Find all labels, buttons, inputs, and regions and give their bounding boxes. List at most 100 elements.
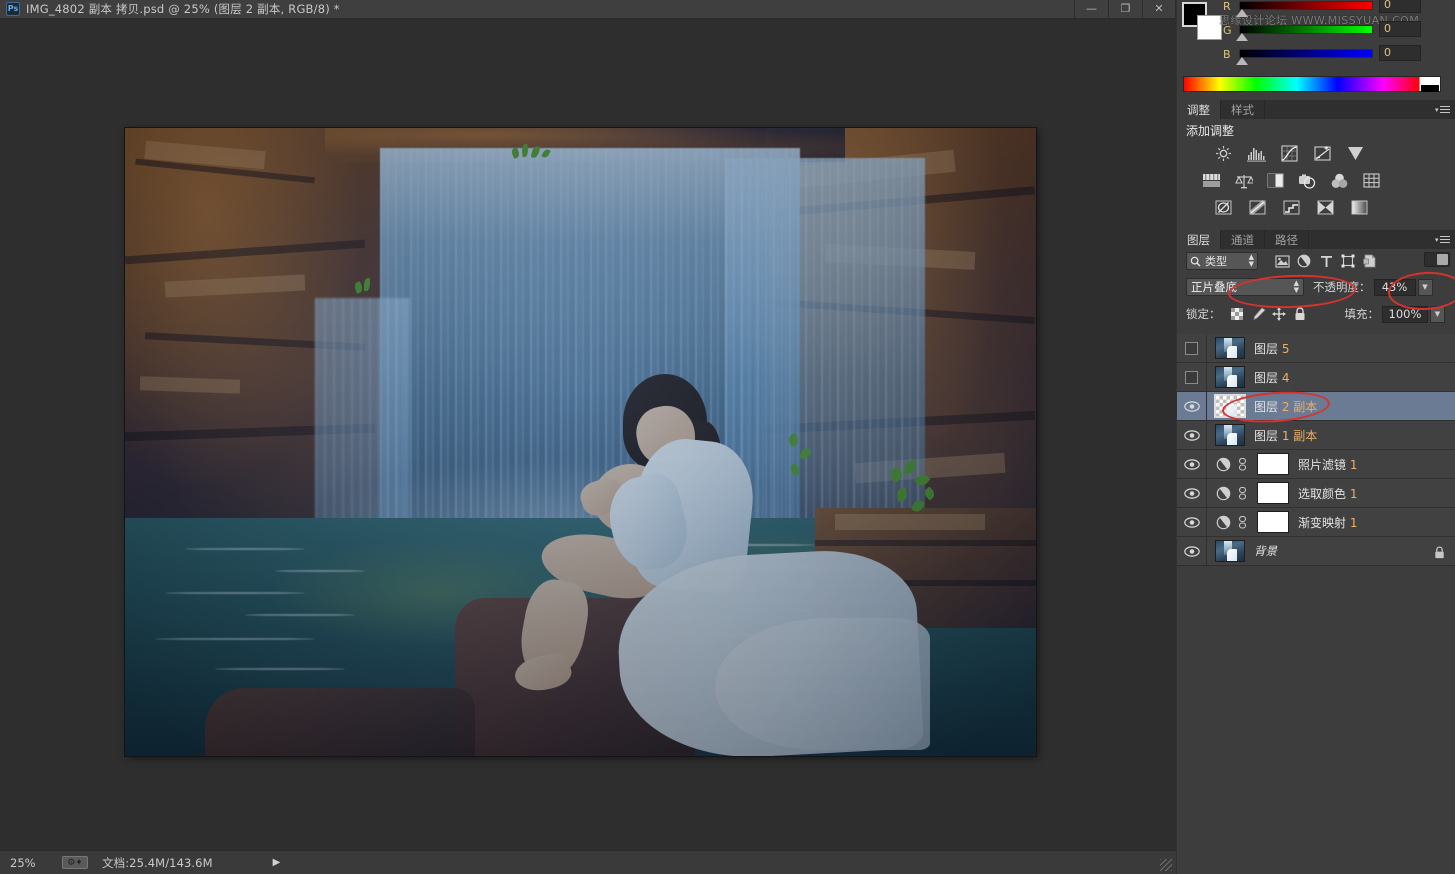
channel-track-b[interactable] xyxy=(1239,49,1373,58)
layer-name[interactable]: 图层 5 xyxy=(1254,340,1289,357)
color-slider-b[interactable]: B 0 xyxy=(1223,45,1453,68)
table-row[interactable]: 图层 1 副本 xyxy=(1177,420,1455,450)
layer-thumbnail[interactable] xyxy=(1214,394,1246,418)
document-image[interactable] xyxy=(125,128,1036,756)
color-lookup-icon[interactable] xyxy=(1361,171,1382,190)
layers-panel-menu-icon[interactable]: ▾ xyxy=(1435,233,1451,246)
tab-layers[interactable]: 图层 xyxy=(1177,230,1221,249)
mask-link-icon[interactable] xyxy=(1234,515,1250,529)
hue-saturation-icon[interactable] xyxy=(1201,171,1222,190)
adjustment-layer-icon[interactable] xyxy=(1212,457,1234,472)
layer-name[interactable]: 图层 1 副本 xyxy=(1254,427,1317,444)
opacity-dropdown-arrow[interactable]: ▼ xyxy=(1417,278,1433,296)
table-row[interactable]: 图层 4 xyxy=(1177,362,1455,392)
layer-mask-thumbnail[interactable] xyxy=(1257,511,1289,533)
layer-mask-thumbnail[interactable] xyxy=(1257,453,1289,475)
black-white-icon[interactable] xyxy=(1265,171,1286,190)
fill-dropdown-arrow[interactable]: ▼ xyxy=(1430,305,1445,323)
tab-channels[interactable]: 通道 xyxy=(1221,230,1265,249)
tab-paths[interactable]: 路径 xyxy=(1265,230,1309,249)
status-expand-arrow[interactable]: ▶ xyxy=(273,857,281,868)
filter-type-icon[interactable] xyxy=(1315,251,1337,271)
adjustment-layer-icon[interactable] xyxy=(1212,515,1234,530)
window-resize-grip[interactable] xyxy=(1160,859,1172,871)
zoom-level[interactable]: 25% xyxy=(0,856,62,870)
table-row[interactable]: 渐变映射 1 xyxy=(1177,507,1455,537)
table-row[interactable]: 照片滤镜 1 xyxy=(1177,449,1455,479)
layer-mask-thumbnail[interactable] xyxy=(1257,482,1289,504)
panel-menu-icon[interactable]: ▾ xyxy=(1435,103,1451,116)
canvas-area[interactable] xyxy=(0,19,1176,850)
channel-value-b[interactable]: 0 xyxy=(1379,45,1421,61)
filter-enable-toggle[interactable] xyxy=(1424,252,1450,267)
selective-color-icon[interactable] xyxy=(1315,198,1336,217)
filter-pixel-icon[interactable] xyxy=(1271,251,1293,271)
layer-name[interactable]: 背景 xyxy=(1254,543,1277,559)
layer-thumbnail[interactable] xyxy=(1215,424,1245,446)
color-swatches[interactable] xyxy=(1182,2,1222,40)
levels-icon[interactable] xyxy=(1246,144,1267,163)
channel-thumb-g[interactable] xyxy=(1236,33,1248,41)
color-balance-icon[interactable] xyxy=(1233,171,1254,190)
layer-thumbnail[interactable] xyxy=(1215,366,1245,388)
document-profile-icon[interactable]: ⚙✦ xyxy=(62,856,88,869)
layer-name[interactable]: 选取颜色 1 xyxy=(1298,485,1357,502)
layer-visibility-toggle[interactable] xyxy=(1177,420,1207,450)
filter-adjustment-icon[interactable] xyxy=(1293,251,1315,271)
tab-adjustments[interactable]: 调整 xyxy=(1177,100,1221,119)
layer-name[interactable]: 渐变映射 1 xyxy=(1298,514,1357,531)
channel-thumb-r[interactable] xyxy=(1236,9,1248,17)
channel-mixer-icon[interactable] xyxy=(1329,171,1350,190)
exposure-icon[interactable] xyxy=(1312,144,1333,163)
minimize-button[interactable]: — xyxy=(1074,0,1108,18)
filter-kind-select[interactable]: 类型 ▲ ▼ xyxy=(1186,252,1258,270)
posterize-icon[interactable] xyxy=(1247,198,1268,217)
layer-name[interactable]: 图层 2 副本 xyxy=(1254,398,1317,415)
color-slider-r[interactable]: R 0 xyxy=(1223,0,1453,20)
close-button[interactable]: ✕ xyxy=(1142,0,1176,18)
threshold-icon[interactable] xyxy=(1281,198,1302,217)
filter-smartobject-icon[interactable] xyxy=(1359,251,1381,271)
invert-icon[interactable] xyxy=(1213,198,1234,217)
layer-visibility-toggle[interactable] xyxy=(1177,333,1207,363)
lock-position-icon[interactable] xyxy=(1269,305,1290,323)
layer-visibility-toggle[interactable] xyxy=(1177,449,1207,479)
vibrance-icon[interactable] xyxy=(1345,144,1366,163)
color-spectrum-ramp[interactable] xyxy=(1183,76,1441,92)
layer-visibility-toggle[interactable] xyxy=(1177,507,1207,537)
table-row[interactable]: 图层 2 副本 xyxy=(1177,391,1455,421)
layer-name[interactable]: 照片滤镜 1 xyxy=(1298,456,1357,473)
brightness-contrast-icon[interactable] xyxy=(1213,144,1234,163)
channel-value-r[interactable]: 0 xyxy=(1379,0,1421,13)
layer-visibility-toggle[interactable] xyxy=(1177,536,1207,566)
layer-thumbnail[interactable] xyxy=(1215,540,1245,562)
color-slider-g[interactable]: G 0 xyxy=(1223,21,1453,44)
curves-icon[interactable] xyxy=(1279,144,1300,163)
filter-shape-icon[interactable] xyxy=(1337,251,1359,271)
layer-visibility-toggle[interactable] xyxy=(1177,362,1207,392)
channel-thumb-b[interactable] xyxy=(1236,57,1248,65)
table-row[interactable]: 图层 5 xyxy=(1177,333,1455,363)
opacity-value[interactable]: 43% xyxy=(1373,278,1416,296)
table-row[interactable]: 背景 xyxy=(1177,536,1455,566)
gradient-map-icon[interactable] xyxy=(1349,198,1370,217)
channel-track-g[interactable] xyxy=(1239,25,1373,34)
spectrum-black-white[interactable] xyxy=(1421,78,1439,92)
layer-thumbnail[interactable] xyxy=(1215,337,1245,359)
tab-styles[interactable]: 样式 xyxy=(1221,100,1265,119)
channel-value-g[interactable]: 0 xyxy=(1379,21,1421,37)
blend-mode-select[interactable]: 正片叠底 ▲ ▼ xyxy=(1186,278,1304,296)
layer-visibility-toggle[interactable] xyxy=(1177,478,1207,508)
lock-transparency-icon[interactable] xyxy=(1227,305,1248,323)
photo-filter-icon[interactable] xyxy=(1297,171,1318,190)
adjustment-layer-icon[interactable] xyxy=(1212,486,1234,501)
lock-all-icon[interactable] xyxy=(1290,305,1311,323)
lock-image-icon[interactable] xyxy=(1248,305,1269,323)
mask-link-icon[interactable] xyxy=(1234,457,1250,471)
layer-visibility-toggle[interactable] xyxy=(1177,391,1207,421)
mask-link-icon[interactable] xyxy=(1234,486,1250,500)
fill-value[interactable]: 100% xyxy=(1382,305,1428,323)
maximize-button[interactable]: ❐ xyxy=(1108,0,1142,18)
table-row[interactable]: 选取颜色 1 xyxy=(1177,478,1455,508)
layer-name[interactable]: 图层 4 xyxy=(1254,369,1289,386)
